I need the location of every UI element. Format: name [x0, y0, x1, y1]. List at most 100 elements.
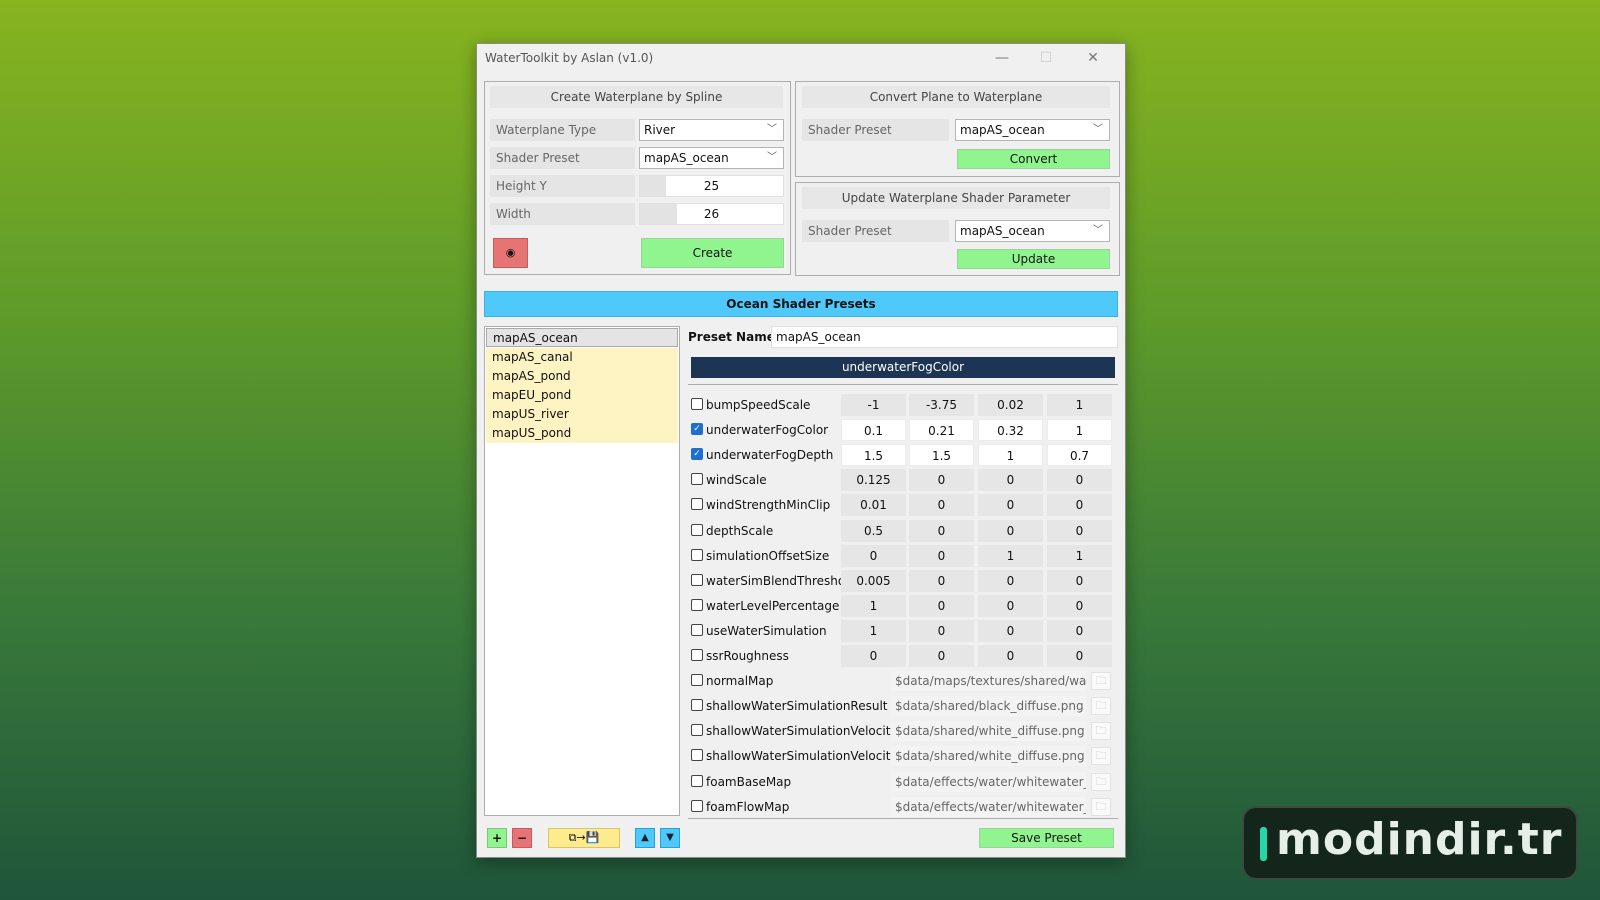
remove-preset-button[interactable]: − — [512, 828, 532, 848]
save-preset-button[interactable]: Save Preset — [979, 828, 1114, 848]
param-value-input[interactable]: 0.5 — [841, 520, 906, 542]
param-value-input[interactable]: 0 — [841, 545, 906, 567]
folder-icon[interactable]: 🗀 — [1091, 747, 1111, 765]
texture-path-field[interactable]: $data/shared/black_diffuse.png — [891, 696, 1086, 716]
preset-list-item[interactable]: mapAS_pond — [486, 367, 678, 386]
preset-list-item[interactable]: mapUS_pond — [486, 424, 678, 443]
close-button[interactable]: ✕ — [1071, 44, 1115, 74]
param-value-input[interactable]: 1 — [978, 545, 1043, 567]
copy-to-save-button[interactable]: ⧉→💾 — [548, 828, 620, 848]
param-value-input[interactable]: 0.21 — [909, 419, 974, 441]
preset-list-item[interactable]: mapEU_pond — [486, 386, 678, 405]
folder-icon[interactable]: 🗀 — [1091, 722, 1111, 740]
param-value-input[interactable]: 1 — [1047, 394, 1112, 416]
param-checkbox[interactable]: ✓ — [691, 423, 703, 435]
update-shader-preset-select[interactable]: mapAS_ocean ﹀ — [955, 220, 1110, 242]
param-value-input[interactable]: 0.02 — [978, 394, 1043, 416]
param-value-input[interactable]: 0.7 — [1047, 444, 1112, 466]
param-value-input[interactable]: 1 — [841, 620, 906, 642]
param-checkbox[interactable] — [691, 524, 703, 536]
param-value-input[interactable]: 0 — [978, 570, 1043, 592]
texture-checkbox[interactable] — [691, 674, 703, 686]
move-up-button[interactable]: ▲ — [635, 828, 655, 848]
param-value-input[interactable]: 0 — [841, 645, 906, 667]
param-value-input[interactable]: 0 — [909, 520, 974, 542]
param-value-input[interactable]: 0 — [909, 494, 974, 516]
param-value-input[interactable]: 0 — [909, 595, 974, 617]
param-value-input[interactable]: 0 — [909, 469, 974, 491]
param-value-input[interactable]: 1 — [841, 595, 906, 617]
param-value-input[interactable]: 0 — [909, 545, 974, 567]
param-value-input[interactable]: 1 — [1047, 545, 1112, 567]
param-checkbox[interactable] — [691, 473, 703, 485]
param-value-input[interactable]: 0 — [1047, 494, 1112, 516]
add-preset-button[interactable]: + — [487, 828, 507, 848]
param-value-input[interactable]: 0.1 — [841, 419, 906, 441]
convert-button[interactable]: Convert — [957, 149, 1110, 169]
texture-path-field[interactable]: $data/effects/water/whitewater_diffu — [891, 772, 1086, 792]
preset-list-item[interactable]: mapAS_canal — [486, 348, 678, 367]
minimize-button[interactable]: — — [980, 44, 1024, 74]
param-checkbox[interactable] — [691, 398, 703, 410]
folder-icon[interactable]: 🗀 — [1091, 697, 1111, 715]
maximize-button[interactable]: ☐ — [1024, 44, 1068, 74]
preset-name-input[interactable]: mapAS_ocean — [771, 326, 1118, 348]
texture-checkbox[interactable] — [691, 800, 703, 812]
title-bar[interactable]: WaterToolkit by Aslan (v1.0) — ☐ ✕ — [477, 44, 1125, 74]
param-value-input[interactable]: -3.75 — [909, 394, 974, 416]
param-value-input[interactable]: 0 — [1047, 620, 1112, 642]
preset-list-item[interactable]: mapAS_ocean — [486, 328, 678, 347]
update-button[interactable]: Update — [957, 249, 1110, 269]
param-value-input[interactable]: 0 — [1047, 645, 1112, 667]
create-shader-preset-select[interactable]: mapAS_ocean ﹀ — [639, 147, 784, 169]
texture-path-field[interactable]: $data/shared/white_diffuse.png — [891, 721, 1086, 741]
param-value-input[interactable]: 1.5 — [841, 444, 906, 466]
param-checkbox[interactable] — [691, 624, 703, 636]
param-checkbox[interactable] — [691, 649, 703, 661]
param-value-input[interactable]: 0 — [1047, 570, 1112, 592]
preset-list[interactable]: mapAS_ocean mapAS_canal mapAS_pond mapEU… — [484, 326, 680, 816]
width-input[interactable]: 26 — [639, 203, 784, 225]
param-value-input[interactable]: 0.125 — [841, 469, 906, 491]
param-value-input[interactable]: 0 — [978, 620, 1043, 642]
texture-checkbox[interactable] — [691, 699, 703, 711]
param-checkbox[interactable] — [691, 549, 703, 561]
param-value-input[interactable]: 1 — [1047, 419, 1112, 441]
param-value-input[interactable]: 0 — [1047, 469, 1112, 491]
param-value-input[interactable]: 0.01 — [841, 494, 906, 516]
param-value-input[interactable]: -1 — [841, 394, 906, 416]
visibility-toggle-button[interactable]: ◉ — [493, 238, 528, 268]
param-value-input[interactable]: 0 — [909, 645, 974, 667]
param-value-input[interactable]: 0 — [1047, 595, 1112, 617]
param-value-input[interactable]: 0 — [978, 469, 1043, 491]
param-value-input[interactable]: 0 — [909, 620, 974, 642]
param-value-input[interactable]: 0 — [978, 520, 1043, 542]
texture-checkbox[interactable] — [691, 775, 703, 787]
folder-icon[interactable]: 🗀 — [1091, 672, 1111, 690]
param-value-input[interactable]: 1 — [978, 444, 1043, 466]
texture-path-field[interactable]: $data/shared/white_diffuse.png — [891, 746, 1086, 766]
param-value-input[interactable]: 0 — [978, 645, 1043, 667]
height-y-input[interactable]: 25 — [639, 175, 784, 197]
param-checkbox[interactable] — [691, 574, 703, 586]
param-checkbox[interactable] — [691, 599, 703, 611]
param-value-input[interactable]: 0 — [978, 494, 1043, 516]
texture-path-field[interactable]: $data/maps/textures/shared/water_r — [891, 671, 1086, 691]
param-value-input[interactable]: 0 — [909, 570, 974, 592]
texture-path-field[interactable]: $data/effects/water/whitewater_flow — [891, 797, 1086, 817]
param-value-input[interactable]: 0 — [1047, 520, 1112, 542]
param-value-input[interactable]: 1.5 — [909, 444, 974, 466]
waterplane-type-select[interactable]: River ﹀ — [639, 119, 784, 141]
color-swatch-button[interactable]: underwaterFogColor — [691, 357, 1115, 378]
param-value-input[interactable]: 0.005 — [841, 570, 906, 592]
param-checkbox[interactable]: ✓ — [691, 448, 703, 460]
texture-checkbox[interactable] — [691, 724, 703, 736]
convert-shader-preset-select[interactable]: mapAS_ocean ﹀ — [955, 119, 1110, 141]
create-button[interactable]: Create — [641, 238, 784, 268]
param-value-input[interactable]: 0 — [978, 595, 1043, 617]
param-checkbox[interactable] — [691, 498, 703, 510]
param-value-input[interactable]: 0.32 — [978, 419, 1043, 441]
move-down-button[interactable]: ▼ — [660, 828, 680, 848]
folder-icon[interactable]: 🗀 — [1091, 798, 1111, 816]
texture-checkbox[interactable] — [691, 749, 703, 761]
